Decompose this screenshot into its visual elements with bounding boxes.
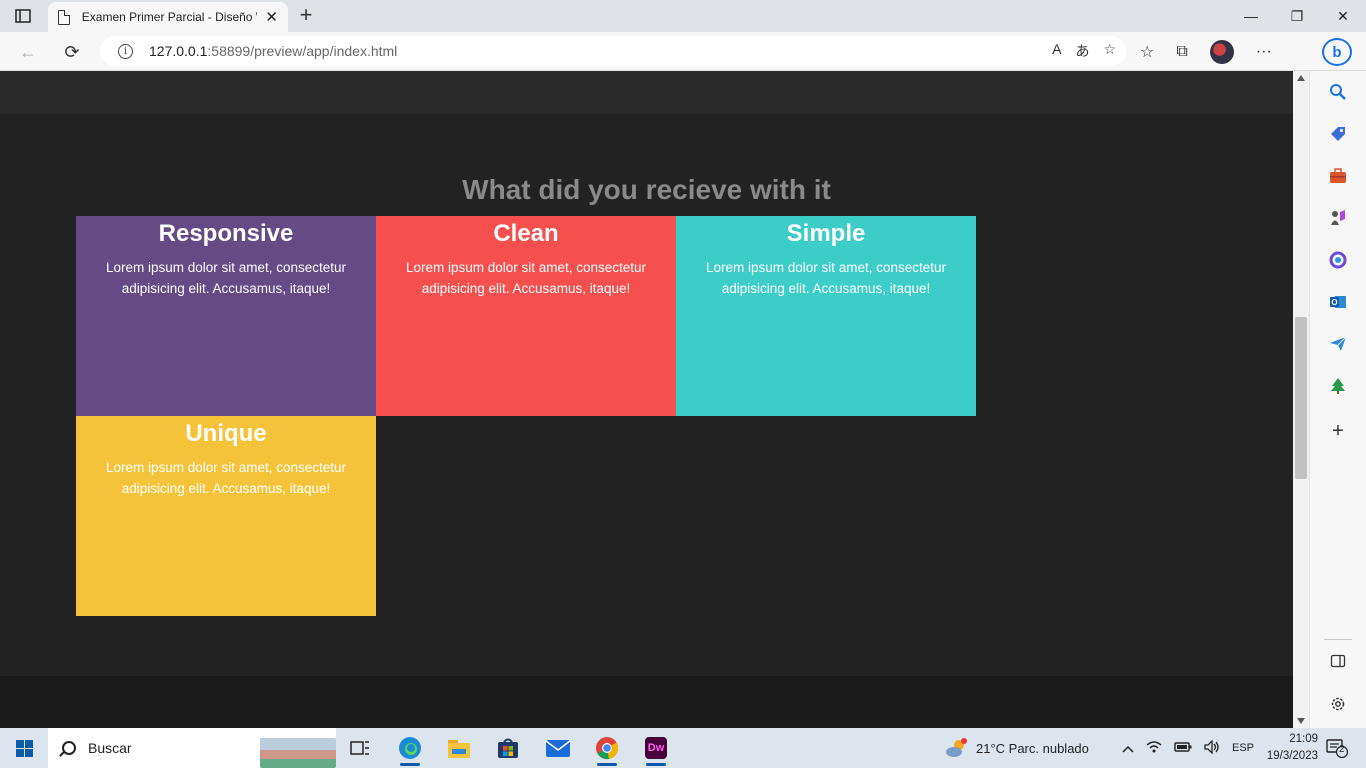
settings-gear-icon[interactable] bbox=[1328, 695, 1348, 715]
hide-sidebar-icon[interactable] bbox=[1328, 653, 1348, 673]
favorites-icon[interactable]: ☆ bbox=[1140, 42, 1154, 62]
reload-button[interactable]: ⟳ bbox=[58, 38, 86, 66]
page-icon bbox=[58, 9, 70, 25]
section-title: What did you recieve with it bbox=[462, 174, 831, 205]
card-title: Clean bbox=[493, 220, 559, 247]
tab-actions-button[interactable] bbox=[8, 4, 38, 28]
network-wifi-icon[interactable] bbox=[1146, 740, 1162, 757]
browser-tab[interactable]: Examen Primer Parcial - Diseño W ✕ bbox=[48, 2, 288, 32]
windows-start-icon[interactable] bbox=[16, 740, 33, 757]
mail-icon[interactable] bbox=[538, 732, 578, 764]
tools-icon[interactable] bbox=[1328, 167, 1348, 187]
microsoft-store-icon[interactable] bbox=[488, 732, 528, 764]
collections-icon[interactable]: ⧉ bbox=[1176, 43, 1187, 61]
clock-date: 19/3/2023 bbox=[1266, 750, 1318, 762]
taskbar-search[interactable]: Buscar bbox=[48, 728, 336, 768]
scroll-up-arrow-icon[interactable] bbox=[1297, 75, 1305, 81]
task-view-icon[interactable] bbox=[340, 732, 380, 764]
card-title: Simple bbox=[786, 220, 866, 247]
weather-text: 21°C Parc. nublado bbox=[976, 740, 1089, 756]
browser-titlebar: Examen Primer Parcial - Diseño W ✕ + — ❐… bbox=[0, 0, 1366, 32]
page-header-strip bbox=[0, 71, 1293, 114]
weather-cloud-sun-icon bbox=[946, 738, 967, 757]
svg-text:O: O bbox=[1331, 298, 1337, 307]
chevron-up-icon[interactable] bbox=[1122, 741, 1134, 756]
dreamweaver-icon[interactable]: Dw bbox=[636, 732, 676, 766]
add-favorite-icon[interactable]: ☆ bbox=[1103, 41, 1116, 61]
site-info-icon[interactable]: i bbox=[118, 43, 133, 59]
sidebar-divider bbox=[1324, 639, 1352, 640]
tab-title: Examen Primer Parcial - Diseño W bbox=[81, 10, 258, 24]
notification-count: 2 bbox=[1339, 744, 1345, 755]
address-icons: A あ ☆ bbox=[1052, 41, 1116, 61]
shopping-tag-icon[interactable] bbox=[1328, 125, 1348, 145]
feature-card-clean: Clean Lorem ipsum dolor sit amet, consec… bbox=[376, 216, 676, 416]
tree-icon[interactable] bbox=[1328, 377, 1348, 397]
search-placeholder: Buscar bbox=[88, 740, 132, 756]
file-explorer-icon[interactable] bbox=[439, 732, 479, 764]
volume-icon[interactable] bbox=[1204, 738, 1220, 757]
games-icon[interactable] bbox=[1328, 209, 1348, 229]
edge-app-icon[interactable] bbox=[390, 732, 430, 766]
scroll-down-arrow-icon[interactable] bbox=[1297, 718, 1305, 724]
feature-card-responsive: Responsive Lorem ipsum dolor sit amet, c… bbox=[76, 216, 376, 416]
card-title: Responsive bbox=[158, 220, 294, 247]
add-icon[interactable]: + bbox=[1328, 421, 1348, 441]
card-text: Lorem ipsum dolor sit amet, consectetur … bbox=[705, 260, 947, 296]
new-tab-button[interactable]: + bbox=[296, 4, 316, 28]
page-viewport: What did you recieve with it Responsive … bbox=[0, 71, 1293, 728]
weather-widget[interactable]: 21°C Parc. nublado bbox=[944, 728, 1089, 768]
window-controls: — ❐ ✕ bbox=[1228, 0, 1366, 32]
clock-time: 21:09 bbox=[1289, 733, 1318, 745]
translate-icon[interactable]: あ bbox=[1075, 41, 1089, 61]
search-glass-icon bbox=[62, 741, 76, 755]
address-bar[interactable]: i 127.0.0.1:58899/preview/app/index.html… bbox=[100, 36, 1126, 66]
card-text: Lorem ipsum dolor sit amet, consectetur … bbox=[405, 260, 647, 296]
feature-card-unique: Unique Lorem ipsum dolor sit amet, conse… bbox=[76, 416, 376, 616]
card-text: Lorem ipsum dolor sit amet, consectetur … bbox=[105, 260, 347, 296]
search-icon[interactable] bbox=[1328, 83, 1348, 103]
back-button[interactable]: ← bbox=[14, 38, 42, 66]
feature-card-simple: Simple Lorem ipsum dolor sit amet, conse… bbox=[676, 216, 976, 416]
url-path: :58899/preview/app/index.html bbox=[207, 43, 398, 59]
tab-actions-icon bbox=[15, 9, 31, 23]
chrome-icon[interactable] bbox=[587, 732, 627, 766]
page-scrollbar[interactable] bbox=[1293, 71, 1309, 728]
scroll-thumb[interactable] bbox=[1295, 317, 1307, 479]
windows-taskbar: Buscar Dw 21°C Parc. nublado ESP 21:09 1… bbox=[0, 728, 1366, 768]
url-text: 127.0.0.1:58899/preview/app/index.html bbox=[149, 43, 397, 59]
card-text: Lorem ipsum dolor sit amet, consectetur … bbox=[105, 460, 347, 496]
minimize-button[interactable]: — bbox=[1228, 0, 1274, 32]
notifications-icon[interactable]: 2 bbox=[1326, 738, 1349, 759]
page-footer-strip bbox=[0, 676, 1293, 728]
bing-chat-button[interactable]: b bbox=[1322, 38, 1352, 66]
more-options-icon[interactable]: ··· bbox=[1256, 43, 1272, 61]
search-highlight-image bbox=[260, 738, 336, 768]
restore-button[interactable]: ❐ bbox=[1274, 0, 1320, 32]
dreamweaver-label: Dw bbox=[645, 737, 667, 759]
system-tray: ESP bbox=[1122, 728, 1254, 768]
clock[interactable]: 21:09 19/3/2023 bbox=[1248, 731, 1318, 765]
office-icon[interactable] bbox=[1328, 251, 1348, 271]
battery-icon[interactable] bbox=[1174, 741, 1192, 756]
read-aloud-icon[interactable]: A bbox=[1052, 41, 1061, 61]
profile-avatar[interactable] bbox=[1209, 40, 1234, 64]
url-host: 127.0.0.1 bbox=[149, 43, 208, 59]
close-window-button[interactable]: ✕ bbox=[1320, 0, 1366, 32]
tab-close-button[interactable]: ✕ bbox=[265, 8, 278, 26]
send-icon[interactable] bbox=[1328, 335, 1348, 355]
browser-toolbar: ← ⟳ i 127.0.0.1:58899/preview/app/index.… bbox=[0, 32, 1366, 71]
toolbar-icons: ☆ ⧉ ··· bbox=[1140, 40, 1272, 64]
card-title: Unique bbox=[185, 420, 267, 447]
outlook-icon[interactable]: O bbox=[1328, 293, 1348, 313]
edge-sidebar: O + bbox=[1309, 71, 1366, 728]
